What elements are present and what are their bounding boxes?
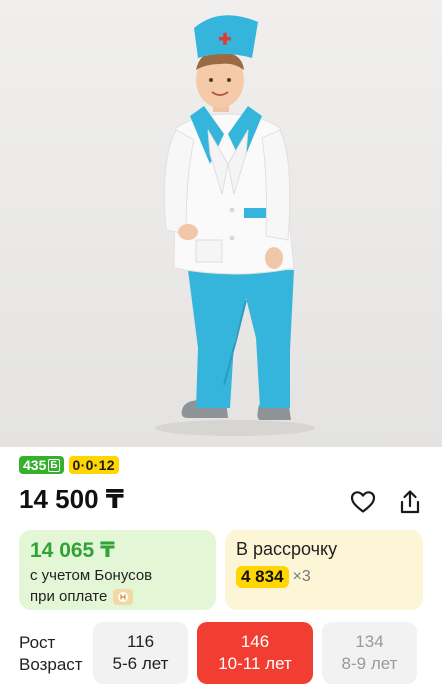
product-price: 14 500 ₸ (19, 484, 124, 514)
bonus-badge: 435 Б (19, 456, 64, 474)
bonus-badge-value: 435 (23, 457, 47, 473)
bonus-line-1: с учетом Бонусов (30, 567, 153, 584)
product-image[interactable] (0, 0, 442, 447)
bonus-price-card[interactable]: 14 065 ₸ с учетом Бонусов при оплате (19, 530, 216, 610)
size-option-unavailable[interactable]: 134 8-9 лет (322, 622, 417, 684)
size-age: 8-9 лет (341, 654, 398, 673)
installment-multiplier: ×3 (292, 568, 311, 585)
badge-row: 435 Б 0·0·12 (19, 456, 119, 474)
installment-title: В рассрочку (236, 539, 338, 559)
size-height: 146 (240, 632, 270, 651)
size-age: 10-11 лет (218, 654, 292, 673)
size-option-selected[interactable]: 146 10-11 лет (197, 622, 313, 684)
favorite-button[interactable] (348, 487, 378, 517)
payment-card-icon (113, 588, 134, 605)
size-labels: Рост Возраст (19, 632, 83, 676)
share-icon (400, 490, 420, 514)
height-label: Рост (19, 633, 56, 652)
installment-amount: 4 834 (236, 566, 289, 588)
share-button[interactable] (395, 487, 425, 517)
size-age: 5-6 лет (112, 654, 169, 673)
installment-card[interactable]: В рассрочку 4 834 ×3 (225, 530, 423, 610)
installment-badge: 0·0·12 (68, 456, 119, 474)
doctor-costume-illustration (155, 15, 315, 436)
age-label: Возраст (19, 655, 83, 674)
installment-row: 4 834 ×3 (236, 566, 311, 588)
size-option[interactable]: 116 5-6 лет (93, 622, 188, 684)
heart-icon (350, 491, 376, 513)
bonus-currency-icon: Б (48, 458, 60, 472)
bonus-line-2: при оплате (30, 588, 108, 605)
bonus-price: 14 065 ₸ (30, 539, 115, 562)
size-height: 134 (355, 632, 384, 651)
size-height: 116 (126, 632, 155, 651)
bonus-line-2-row: при оплате (30, 588, 134, 605)
